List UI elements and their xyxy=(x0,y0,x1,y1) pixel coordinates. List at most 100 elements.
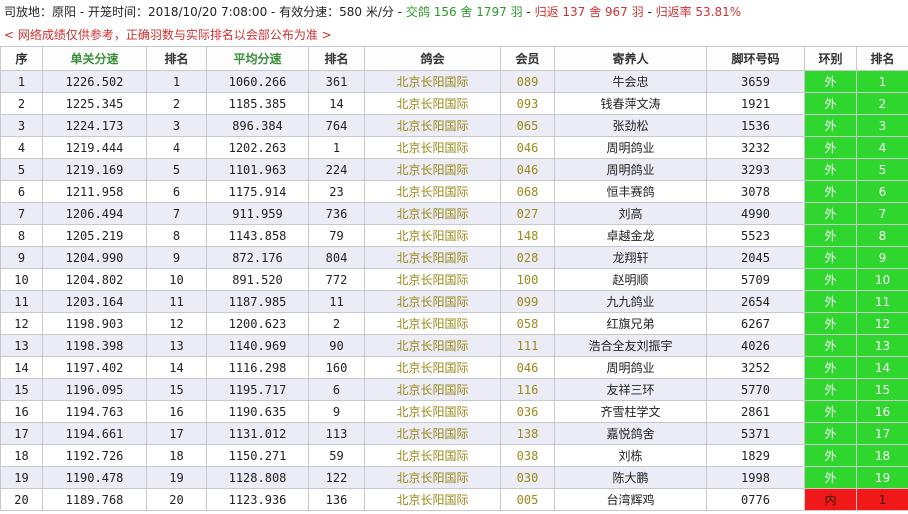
table-row[interactable]: 17 1194.661 17 1131.012 113 北京长阳国际 138 嘉悦鸽舍 5371… xyxy=(0,422,908,445)
cell-ring: 3232 xyxy=(706,136,805,159)
cell-club: 北京长阳国际 xyxy=(364,202,501,225)
table-row[interactable]: 9 1204.990 9 872.176 804 北京长阳国际 028 龙翔轩 2045 外 9 xyxy=(0,246,908,269)
cell-zone-rank: 16 xyxy=(856,400,908,423)
cell-owner: 刘栋 xyxy=(554,444,707,467)
cell-zone: 外 xyxy=(804,92,857,115)
cell-avg-rank: 764 xyxy=(308,114,365,137)
table-row[interactable]: 20 1189.768 20 1123.936 136 北京长阳国际 005 台湾辉鸡 0776… xyxy=(0,488,908,511)
cell-zone-rank: 1 xyxy=(856,488,908,511)
cell-zone: 外 xyxy=(804,70,857,93)
cell-zone-rank: 6 xyxy=(856,180,908,203)
cell-avg-speed: 1195.717 xyxy=(206,378,309,401)
col-rank[interactable]: 排名 xyxy=(146,46,207,71)
cell-single-speed: 1197.402 xyxy=(42,356,147,379)
cell-avg-speed: 1060.266 xyxy=(206,70,309,93)
cell-zone: 外 xyxy=(804,224,857,247)
cell-member: 100 xyxy=(500,268,555,291)
cell-owner: 牛会忠 xyxy=(554,70,707,93)
cell-zone-rank: 2 xyxy=(856,92,908,115)
table-row[interactable]: 6 1211.958 6 1175.914 23 北京长阳国际 068 恒丰赛鸽 3078 外 6 xyxy=(0,180,908,203)
cell-seq: 18 xyxy=(0,444,43,467)
cell-member: 138 xyxy=(500,422,555,445)
cell-seq: 17 xyxy=(0,422,43,445)
col-seq[interactable]: 序 xyxy=(0,46,43,71)
cell-single-speed: 1192.726 xyxy=(42,444,147,467)
cell-owner: 红旗兄弟 xyxy=(554,312,707,335)
table-row[interactable]: 2 1225.345 2 1185.385 14 北京长阳国际 093 钱春萍文涛 1921 外 2 xyxy=(0,92,908,115)
cell-single-speed: 1211.958 xyxy=(42,180,147,203)
col-member[interactable]: 会员 xyxy=(500,46,555,71)
cell-rank: 2 xyxy=(146,92,207,115)
cell-club: 北京长阳国际 xyxy=(364,422,501,445)
table-row[interactable]: 18 1192.726 18 1150.271 59 北京长阳国际 038 刘栋 1829 外 18 xyxy=(0,444,908,467)
cell-avg-speed: 872.176 xyxy=(206,246,309,269)
cell-club: 北京长阳国际 xyxy=(364,378,501,401)
cell-single-speed: 1219.169 xyxy=(42,158,147,181)
cell-avg-speed: 1123.936 xyxy=(206,488,309,511)
cell-member: 093 xyxy=(500,92,555,115)
cell-zone: 外 xyxy=(804,246,857,269)
col-zone-rank[interactable]: 排名 xyxy=(856,46,908,71)
table-row[interactable]: 7 1206.494 7 911.959 736 北京长阳国际 027 刘高 4990 外 7 xyxy=(0,202,908,225)
cell-avg-speed: 1190.635 xyxy=(206,400,309,423)
col-club[interactable]: 鸽会 xyxy=(364,46,501,71)
cell-zone-rank: 8 xyxy=(856,224,908,247)
cell-avg-speed: 891.520 xyxy=(206,268,309,291)
table-row[interactable]: 1 1226.502 1 1060.266 361 北京长阳国际 089 牛会忠 3659 外 1 xyxy=(0,70,908,93)
cell-rank: 20 xyxy=(146,488,207,511)
table-row[interactable]: 3 1224.173 3 896.384 764 北京长阳国际 065 张劲松 1536 外 3 xyxy=(0,114,908,137)
cell-club: 北京长阳国际 xyxy=(364,444,501,467)
col-avg-speed[interactable]: 平均分速 xyxy=(206,46,309,71)
table-row[interactable]: 19 1190.478 19 1128.808 122 北京长阳国际 030 陈大鹏 1998 外… xyxy=(0,466,908,489)
table-row[interactable]: 13 1198.398 13 1140.969 90 北京长阳国际 111 浩合全友刘振宇 40… xyxy=(0,334,908,357)
table-row[interactable]: 4 1219.444 4 1202.263 1 北京长阳国际 046 周明鸽业 3232 外 4 xyxy=(0,136,908,159)
cell-avg-speed: 1150.271 xyxy=(206,444,309,467)
cell-club: 北京长阳国际 xyxy=(364,268,501,291)
table-row[interactable]: 8 1205.219 8 1143.858 79 北京长阳国际 148 卓越金龙 5523 外 8 xyxy=(0,224,908,247)
cell-zone: 外 xyxy=(804,444,857,467)
cell-avg-rank: 1 xyxy=(308,136,365,159)
col-owner[interactable]: 寄养人 xyxy=(554,46,707,71)
cell-zone: 外 xyxy=(804,268,857,291)
cell-rank: 3 xyxy=(146,114,207,137)
cell-seq: 6 xyxy=(0,180,43,203)
table-row[interactable]: 11 1203.164 11 1187.985 11 北京长阳国际 099 九九鸽业 2654 外… xyxy=(0,290,908,313)
separator: - xyxy=(643,5,656,19)
table-row[interactable]: 15 1196.095 15 1195.717 6 北京长阳国际 116 友祥三环 5770 外 1… xyxy=(0,378,908,401)
col-ring[interactable]: 脚环号码 xyxy=(706,46,805,71)
col-zone[interactable]: 环别 xyxy=(804,46,857,71)
cell-club: 北京长阳国际 xyxy=(364,70,501,93)
cell-rank: 11 xyxy=(146,290,207,313)
cell-zone-rank: 17 xyxy=(856,422,908,445)
cell-member: 038 xyxy=(500,444,555,467)
table-row[interactable]: 16 1194.763 16 1190.635 9 北京长阳国际 036 齐雪柱学文 2861 外… xyxy=(0,400,908,423)
cell-avg-rank: 136 xyxy=(308,488,365,511)
cell-ring: 5770 xyxy=(706,378,805,401)
col-avg-rank[interactable]: 排名 xyxy=(308,46,365,71)
table-row[interactable]: 5 1219.169 5 1101.963 224 北京长阳国际 046 周明鸽业 3293 外 5 xyxy=(0,158,908,181)
cell-member: 068 xyxy=(500,180,555,203)
cell-rank: 8 xyxy=(146,224,207,247)
cell-avg-rank: 804 xyxy=(308,246,365,269)
cell-ring: 2654 xyxy=(706,290,805,313)
cell-single-speed: 1224.173 xyxy=(42,114,147,137)
cell-ring: 3659 xyxy=(706,70,805,93)
cell-seq: 9 xyxy=(0,246,43,269)
cell-zone-rank: 19 xyxy=(856,466,908,489)
cell-club: 北京长阳国际 xyxy=(364,488,501,511)
col-single-speed[interactable]: 单关分速 xyxy=(42,46,147,71)
cell-member: 027 xyxy=(500,202,555,225)
entry-count-text: 交鸽 156 舍 1797 羽 xyxy=(405,5,523,19)
separator: - xyxy=(522,5,535,19)
cell-avg-rank: 11 xyxy=(308,290,365,313)
cell-zone-rank: 15 xyxy=(856,378,908,401)
table-row[interactable]: 12 1198.903 12 1200.623 2 北京长阳国际 058 红旗兄弟 6267 外 1… xyxy=(0,312,908,335)
cell-member: 099 xyxy=(500,290,555,313)
cell-club: 北京长阳国际 xyxy=(364,356,501,379)
cell-owner: 周明鸽业 xyxy=(554,356,707,379)
cell-owner: 陈大鹏 xyxy=(554,466,707,489)
table-row[interactable]: 10 1204.802 10 891.520 772 北京长阳国际 100 赵明顺 5709 外 1… xyxy=(0,268,908,291)
table-row[interactable]: 14 1197.402 14 1116.298 160 北京长阳国际 046 周明鸽业 3252… xyxy=(0,356,908,379)
cell-avg-rank: 6 xyxy=(308,378,365,401)
cell-avg-speed: 1185.385 xyxy=(206,92,309,115)
